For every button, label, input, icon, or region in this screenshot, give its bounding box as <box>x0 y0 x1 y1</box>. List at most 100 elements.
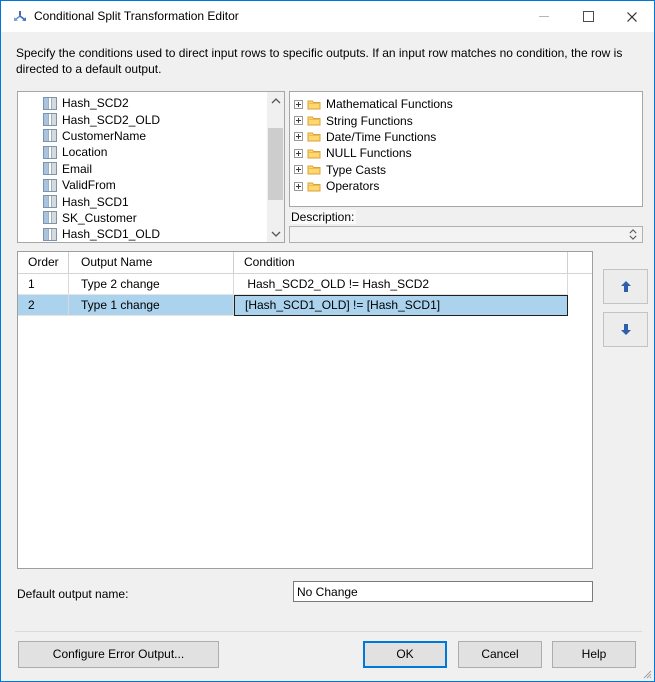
grid-header-row: Order Output Name Condition <box>18 252 592 274</box>
columns-tree-panel[interactable]: Hash_SCD2 Hash_SCD2_OLD CustomerName Loc… <box>17 91 285 243</box>
column-label: Hash_SCD1_OLD <box>62 227 161 242</box>
tree-item-column[interactable]: ValidFrom <box>43 177 284 193</box>
tree-item-column[interactable]: Location <box>43 144 284 160</box>
function-group-label: Date/Time Functions <box>326 129 437 144</box>
tree-item-column[interactable]: CustomerName <box>43 128 284 144</box>
grid-header-order[interactable]: Order <box>18 252 69 273</box>
help-button[interactable]: Help <box>552 641 636 668</box>
tree-item-column[interactable]: SK_Customer <box>43 210 284 226</box>
tree-item-column[interactable]: Email <box>43 161 284 177</box>
folder-icon <box>307 164 321 175</box>
configure-error-output-button[interactable]: Configure Error Output... <box>18 641 219 668</box>
expand-plus-icon[interactable] <box>294 132 303 141</box>
dialog-description: Specify the conditions used to direct in… <box>16 46 623 76</box>
function-group-label: String Functions <box>326 113 413 128</box>
folder-icon <box>307 115 321 126</box>
grid-cell-condition-focused[interactable]: [Hash_SCD1_OLD] != [Hash_SCD1] <box>234 295 568 316</box>
grid-cell-output-name[interactable]: Type 1 change <box>69 295 234 316</box>
resize-grip[interactable] <box>643 670 652 679</box>
tree-item-function-group[interactable]: NULL Functions <box>294 145 642 161</box>
columns-tree-scrollbar[interactable] <box>267 92 284 242</box>
default-output-name-input[interactable] <box>293 581 593 602</box>
grid-header-output-name[interactable]: Output Name <box>69 252 234 273</box>
grid-cell-output-name[interactable]: Type 2 change <box>69 274 234 295</box>
expand-plus-icon[interactable] <box>294 100 303 109</box>
functions-tree-items: Mathematical Functions String Functions … <box>290 92 642 194</box>
column-icon <box>43 146 57 159</box>
column-icon <box>43 211 57 224</box>
conditional-split-app-icon <box>12 9 28 25</box>
column-icon <box>43 129 57 142</box>
grid-cell-order[interactable]: 1 <box>18 274 69 295</box>
column-label: Hash_SCD2_OLD <box>62 112 161 127</box>
description-field[interactable] <box>289 226 643 243</box>
column-label: ValidFrom <box>62 178 116 193</box>
function-group-label: Operators <box>326 179 380 194</box>
column-label: SK_Customer <box>62 210 137 225</box>
tree-item-column[interactable]: Hash_SCD2_OLD <box>43 111 284 127</box>
move-condition-down-button[interactable] <box>603 312 648 347</box>
functions-tree-panel[interactable]: Mathematical Functions String Functions … <box>289 91 643 207</box>
columns-tree-items: Hash_SCD2 Hash_SCD2_OLD CustomerName Loc… <box>18 92 284 243</box>
function-group-label: NULL Functions <box>326 146 412 161</box>
minimize-button <box>522 1 566 32</box>
bottom-separator <box>15 631 642 632</box>
column-label: Email <box>62 161 93 176</box>
folder-icon <box>307 99 321 110</box>
column-icon <box>43 97 57 110</box>
column-label: Location <box>62 145 108 160</box>
folder-icon <box>307 148 321 159</box>
tree-item-function-group[interactable]: Date/Time Functions <box>294 129 642 145</box>
expand-plus-icon[interactable] <box>294 116 303 125</box>
ok-button[interactable]: OK <box>363 641 447 668</box>
column-label: Hash_SCD2 <box>62 96 129 111</box>
tree-item-column[interactable]: Hash_SCD2 <box>43 95 284 111</box>
chevron-up-icon <box>629 229 637 234</box>
maximize-button[interactable] <box>566 1 610 32</box>
expand-plus-icon[interactable] <box>294 149 303 158</box>
move-condition-up-button[interactable] <box>603 269 648 304</box>
conditional-split-editor-window: Conditional Split Transformation Editor … <box>0 0 655 682</box>
grid-row-2-selected[interactable]: 2 Type 1 change [Hash_SCD1_OLD] != [Hash… <box>18 295 592 316</box>
folder-icon <box>307 131 321 142</box>
column-icon <box>43 228 57 241</box>
scrollbar-thumb[interactable] <box>268 128 283 200</box>
tree-item-function-group[interactable]: Type Casts <box>294 162 642 178</box>
tree-item-column[interactable]: Hash_SCD1_OLD <box>43 226 284 242</box>
scroll-down-arrow[interactable] <box>267 225 284 242</box>
chevron-up-icon <box>271 98 281 104</box>
grid-row-1[interactable]: 1 Type 2 change Hash_SCD2_OLD != Hash_SC… <box>18 274 592 295</box>
maximize-icon <box>582 11 594 22</box>
function-group-label: Type Casts <box>326 162 387 177</box>
column-icon <box>43 195 57 208</box>
tree-item-column[interactable]: Hash_SCD1 <box>43 193 284 209</box>
cancel-button[interactable]: Cancel <box>458 641 542 668</box>
column-label: CustomerName <box>62 128 147 143</box>
spinner-arrows[interactable] <box>627 227 639 242</box>
close-icon <box>626 11 638 23</box>
close-button[interactable] <box>610 1 654 32</box>
folder-icon <box>307 181 321 192</box>
column-icon <box>43 179 57 192</box>
minimize-icon <box>539 16 549 17</box>
chevron-down-icon <box>629 235 637 240</box>
description-field-label: Description: <box>291 210 357 224</box>
expand-plus-icon[interactable] <box>294 182 303 191</box>
conditions-grid[interactable]: Order Output Name Condition 1 Type 2 cha… <box>17 251 593 569</box>
chevron-down-icon <box>271 231 281 237</box>
tree-item-function-group[interactable]: Mathematical Functions <box>294 96 642 112</box>
grid-cell-order[interactable]: 2 <box>18 295 69 316</box>
expand-plus-icon[interactable] <box>294 165 303 174</box>
grid-cell-condition[interactable]: Hash_SCD2_OLD != Hash_SCD2 <box>234 274 568 295</box>
default-output-name-label: Default output name: <box>17 587 129 601</box>
function-group-label: Mathematical Functions <box>326 97 453 112</box>
arrow-up-icon <box>621 281 631 292</box>
grid-header-condition[interactable]: Condition <box>234 252 568 273</box>
tree-item-function-group[interactable]: String Functions <box>294 112 642 128</box>
scroll-up-arrow[interactable] <box>267 92 284 109</box>
column-label: Hash_SCD1 <box>62 194 129 209</box>
tree-item-function-group[interactable]: Operators <box>294 178 642 194</box>
title-bar[interactable]: Conditional Split Transformation Editor <box>1 1 654 32</box>
column-icon <box>43 162 57 175</box>
window-title: Conditional Split Transformation Editor <box>34 9 239 23</box>
